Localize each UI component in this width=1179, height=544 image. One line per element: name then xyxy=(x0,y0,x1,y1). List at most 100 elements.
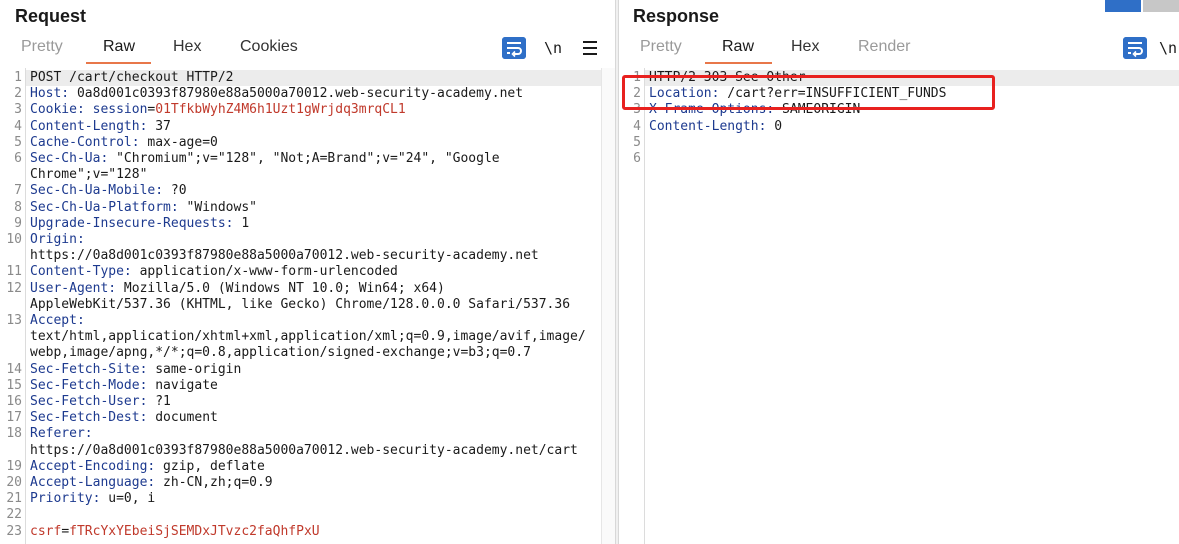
header-value: csrf xyxy=(30,523,62,539)
response-lines: 1 HTTP/2 303 See Other 2 Location: /cart?er… xyxy=(619,70,1179,167)
line-number: 23 xyxy=(6,523,22,539)
line-number: 21 xyxy=(6,491,22,507)
header-value: ?1 xyxy=(147,394,171,410)
tab-raw[interactable]: Raw xyxy=(722,38,754,56)
header-value: webp,image/apng,*/*;q=0.8,application/si… xyxy=(30,345,531,361)
header-key: Host: xyxy=(30,86,70,102)
line-content: Content-Length: 37 xyxy=(0,119,615,135)
line-number: 3 xyxy=(14,102,22,118)
header-value: application/x-www-form-urlencoded xyxy=(131,264,398,280)
line-content: text/html,application/xhtml+xml,applicat… xyxy=(0,329,615,345)
line-content: Referer: xyxy=(0,426,615,442)
wrap-lines-button[interactable] xyxy=(501,36,527,60)
line-number: 1 xyxy=(14,70,22,85)
line-content: https://0a8d001c0393f87980e88a5000a70012… xyxy=(0,248,615,264)
line-content: HTTP/2 303 See Other xyxy=(619,70,1179,86)
header-key: Sec-Ch-Ua: xyxy=(30,151,109,167)
line-content: Accept-Encoding: gzip, deflate xyxy=(0,459,615,475)
code-line: 13 Accept: xyxy=(0,313,615,329)
tab-hex[interactable]: Hex xyxy=(173,38,201,56)
line-content: Sec-Fetch-Mode: navigate xyxy=(0,378,615,394)
line-number: 11 xyxy=(6,264,22,280)
header-value: https://0a8d001c0393f87980e88a5000a70012… xyxy=(30,442,578,458)
header-value: https://0a8d001c0393f87980e88a5000a70012… xyxy=(30,248,539,264)
line-number: 18 xyxy=(6,426,22,442)
code-line: 10 Origin: xyxy=(0,232,615,248)
line-content: Priority: u=0, i xyxy=(0,491,615,507)
header-value: POST /cart/checkout HTTP/2 xyxy=(30,70,234,85)
request-scrollbar[interactable] xyxy=(601,68,615,544)
code-line: Chrome";v="128" xyxy=(0,167,615,183)
header-key: Content-Type: xyxy=(30,264,132,280)
line-content: AppleWebKit/537.36 (KHTML, like Gecko) C… xyxy=(0,297,615,313)
header-key: Sec-Ch-Ua-Platform: xyxy=(30,199,179,215)
show-newlines-button[interactable]: \n xyxy=(1159,36,1179,60)
line-number: 13 xyxy=(6,313,22,329)
line-content: Sec-Ch-Ua-Mobile: ?0 xyxy=(0,183,615,199)
header-value: ?0 xyxy=(163,183,187,199)
request-editor[interactable]: 1 POST /cart/checkout HTTP/2 2 Host: 0a8d00… xyxy=(0,68,615,544)
header-key: Cache-Control: xyxy=(30,134,140,150)
layout-list-icon[interactable] xyxy=(1143,0,1179,12)
response-pane: Response Pretty Raw Hex Render \n 1 HTTP/… xyxy=(619,0,1179,544)
response-editor[interactable]: 1 HTTP/2 303 See Other 2 Location: /cart?er… xyxy=(619,68,1179,544)
tab-cookies[interactable]: Cookies xyxy=(240,38,298,56)
header-key: Referer: xyxy=(30,426,93,442)
code-line: 11 Content-Type: application/x-www-form-u… xyxy=(0,264,615,280)
code-line: 6 Sec-Ch-Ua: "Chromium";v="128", "Not;A=B… xyxy=(0,151,615,167)
line-content: Location: /cart?err=INSUFFICIENT_FUNDS xyxy=(619,86,1179,102)
header-value: 0a8d001c0393f87980e88a5000a70012.web-sec… xyxy=(69,86,524,102)
line-number: 1 xyxy=(633,70,641,85)
line-number: 7 xyxy=(14,183,22,199)
line-content: Sec-Fetch-User: ?1 xyxy=(0,394,615,410)
request-title: Request xyxy=(15,6,87,26)
tab-hex[interactable]: Hex xyxy=(791,38,819,56)
header-key: Cookie: xyxy=(30,102,85,118)
code-line: 4 Content-Length: 37 xyxy=(0,119,615,135)
header-key: Sec-Fetch-Dest: xyxy=(30,410,148,426)
tab-pretty[interactable]: Pretty xyxy=(21,38,63,56)
line-number: 20 xyxy=(6,475,22,491)
header-value: zh-CN,zh;q=0.9 xyxy=(155,475,273,491)
header-value: SAMEORIGIN xyxy=(774,102,861,118)
line-number: 9 xyxy=(14,215,22,231)
code-line: 15 Sec-Fetch-Mode: navigate xyxy=(0,378,615,394)
header-value: /cart?err=INSUFFICIENT_FUNDS xyxy=(719,86,947,102)
header-key: Location: xyxy=(649,86,720,102)
header-key: Sec-Ch-Ua-Mobile: xyxy=(30,183,164,199)
line-content: Sec-Fetch-Dest: document xyxy=(0,410,615,426)
code-line: https://0a8d001c0393f87980e88a5000a70012… xyxy=(0,443,615,459)
line-number: 8 xyxy=(14,199,22,215)
header-key: Accept-Encoding: xyxy=(30,458,156,474)
line-number: 2 xyxy=(633,86,641,102)
code-line: 2 Host: 0a8d001c0393f87980e88a5000a70012.… xyxy=(0,86,615,102)
tab-raw[interactable]: Raw xyxy=(103,38,135,56)
code-line: 8 Sec-Ch-Ua-Platform: "Windows" xyxy=(0,200,615,216)
header-key: Sec-Fetch-Mode: xyxy=(30,377,148,393)
header-value: "Windows" xyxy=(178,199,257,215)
tab-render[interactable]: Render xyxy=(858,38,910,56)
header-key: Content-Length: xyxy=(649,118,767,134)
line-content: csrf=fTRcYxYEbeiSjSEMDxJTvzc2faQhfPxU xyxy=(0,524,615,540)
header-value: text/html,application/xhtml+xml,applicat… xyxy=(30,329,586,345)
layout-split-icon[interactable] xyxy=(1105,0,1141,12)
header-value: HTTP/2 303 See Other xyxy=(649,70,806,85)
header-key: Sec-Fetch-Site: xyxy=(30,361,148,377)
show-newlines-button[interactable]: \n xyxy=(540,36,566,60)
header-key: Origin: xyxy=(30,232,85,248)
code-line: 3 Cookie: session=01TfkbWyhZ4M6h1Uzt1gWrj… xyxy=(0,102,615,118)
header-key: Accept: xyxy=(30,313,85,329)
code-line: 12 User-Agent: Mozilla/5.0 (Windows NT 10… xyxy=(0,281,615,297)
line-number: 2 xyxy=(14,86,22,102)
code-line: 14 Sec-Fetch-Site: same-origin xyxy=(0,362,615,378)
tab-pretty[interactable]: Pretty xyxy=(640,38,682,56)
line-content: Cache-Control: max-age=0 xyxy=(0,135,615,151)
hamburger-menu-icon[interactable] xyxy=(580,36,600,60)
header-value: 37 xyxy=(147,118,171,134)
line-content: Upgrade-Insecure-Requests: 1 xyxy=(0,216,615,232)
code-line: 4 Content-Length: 0 xyxy=(619,119,1179,135)
wrap-lines-button[interactable] xyxy=(1122,36,1148,60)
line-number: 12 xyxy=(6,280,22,296)
code-line: 9 Upgrade-Insecure-Requests: 1 xyxy=(0,216,615,232)
line-content: Host: 0a8d001c0393f87980e88a5000a70012.w… xyxy=(0,86,615,102)
